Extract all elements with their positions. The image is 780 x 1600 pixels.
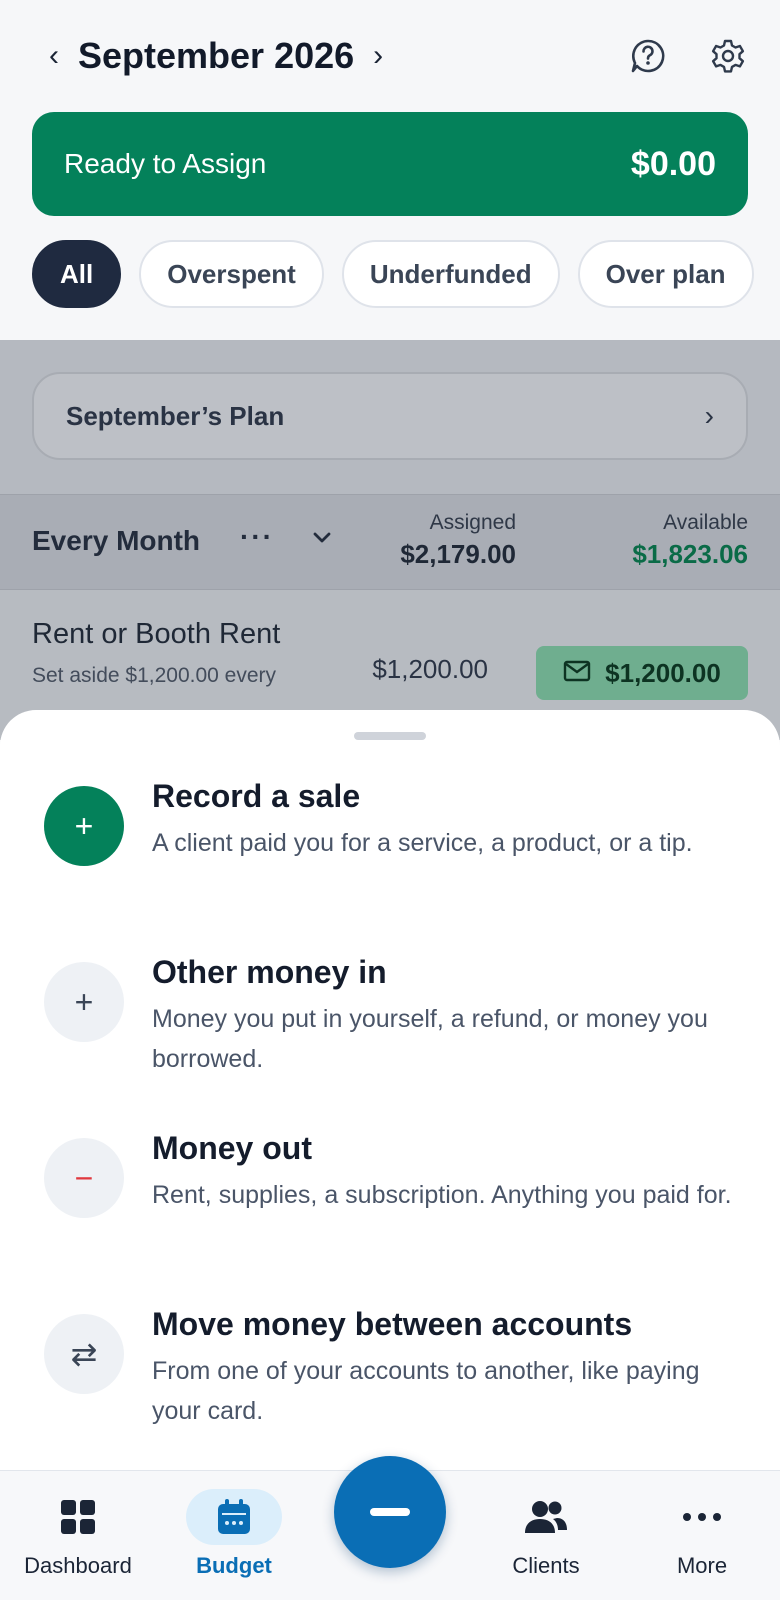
ready-to-assign-label: Ready to Assign <box>64 148 267 179</box>
nav-budget[interactable]: Budget <box>156 1471 312 1600</box>
month-title[interactable]: September 2026 <box>78 35 354 77</box>
plus-icon: + <box>44 786 124 866</box>
action-text: Other money in Money you put in yourself… <box>152 954 742 1079</box>
assigned-value: $2,179.00 <box>400 539 516 569</box>
category-available-value: $1,200.00 <box>605 657 721 688</box>
nav-label: More <box>676 1553 728 1578</box>
action-description: From one of your accounts to another, li… <box>152 1357 700 1425</box>
envelope-icon <box>563 658 591 689</box>
other-money-in-option[interactable]: + Other money in Money you put in yourse… <box>44 954 744 1074</box>
filter-over-plan[interactable]: Over plan <box>577 240 754 308</box>
filter-overspent[interactable]: Overspent <box>139 240 324 308</box>
action-title: Other money in <box>152 954 387 990</box>
more-dots-icon <box>654 1489 750 1545</box>
move-money-option[interactable]: ⇄ Move money between accounts From one o… <box>44 1306 744 1426</box>
action-description: Rent, supplies, a subscription. Anything… <box>152 1181 732 1209</box>
monthly-plan-card[interactable]: September’s Plan › <box>32 372 748 460</box>
action-text: Move money between accounts From one of … <box>152 1306 742 1431</box>
calendar-icon <box>186 1489 282 1545</box>
action-text: Record a sale A client paid you for a se… <box>152 778 742 863</box>
nav-label: Budget <box>196 1553 272 1578</box>
filter-all[interactable]: All <box>32 240 122 308</box>
action-description: Money you put in yourself, a refund, or … <box>152 1005 708 1073</box>
chevron-right-icon: › <box>704 400 714 431</box>
ready-to-assign-card[interactable]: Ready to Assign $0.00 <box>32 112 748 216</box>
month-selector: ‹ September 2026 › <box>40 28 748 84</box>
plan-label: September’s Plan <box>66 400 285 431</box>
next-month-button[interactable]: › <box>364 41 392 71</box>
category-available-badge[interactable]: $1,200.00 <box>536 646 748 700</box>
minus-icon: − <box>44 1138 124 1218</box>
sheet-drag-handle[interactable] <box>354 732 426 740</box>
nav-label: Clients <box>512 1553 580 1578</box>
record-sale-option[interactable]: + Record a sale A client paid you for a … <box>44 778 744 898</box>
category-assigned[interactable]: $1,200.00 <box>372 654 488 685</box>
group-name: Every Month <box>32 525 201 556</box>
assigned-label: Assigned <box>429 511 516 534</box>
available-value: $1,823.06 <box>632 539 748 569</box>
action-title: Move money between accounts <box>152 1306 633 1342</box>
nav-dashboard[interactable]: Dashboard <box>0 1471 156 1600</box>
minus-icon <box>370 1508 410 1516</box>
action-title: Record a sale <box>152 778 361 814</box>
available-label: Available <box>663 511 748 534</box>
action-description: A client paid you for a service, a produ… <box>152 829 693 857</box>
action-title: Money out <box>152 1130 312 1166</box>
action-text: Money out Rent, supplies, a subscription… <box>152 1130 742 1215</box>
header-actions <box>628 36 748 76</box>
group-available: Available $1,823.06 <box>632 511 748 570</box>
budget-header: ‹ September 2026 › Ready to Assign $0.00 <box>0 0 780 340</box>
nav-label: Dashboard <box>24 1553 132 1578</box>
more-options-icon[interactable]: ··· <box>240 521 274 553</box>
category-group-row[interactable]: Every Month ··· Assigned $2,179.00 Avail… <box>0 494 780 590</box>
gear-icon[interactable] <box>708 36 748 76</box>
category-name: Rent or Booth Rent <box>32 618 281 650</box>
filter-underfunded[interactable]: Underfunded <box>341 240 560 308</box>
help-icon[interactable] <box>628 36 668 76</box>
close-add-menu-button[interactable] <box>334 1456 446 1568</box>
filter-pills: All Overspent Underfunded Over plan <box>32 240 754 308</box>
category-target: Set aside $1,200.00 every <box>32 664 277 687</box>
add-transaction-sheet: + Record a sale A client paid you for a … <box>0 710 780 1470</box>
nav-more[interactable]: More <box>624 1471 780 1600</box>
transfer-arrows-icon: ⇄ <box>44 1314 124 1394</box>
ready-to-assign-amount: $0.00 <box>630 144 716 183</box>
group-assigned: Assigned $2,179.00 <box>400 511 516 570</box>
plus-icon: + <box>44 962 124 1042</box>
people-icon <box>498 1489 594 1545</box>
nav-clients[interactable]: Clients <box>468 1471 624 1600</box>
dashboard-grid-icon <box>30 1489 126 1545</box>
chevron-down-icon[interactable] <box>312 525 332 551</box>
money-out-option[interactable]: − Money out Rent, supplies, a subscripti… <box>44 1130 744 1250</box>
budget-content-dimmed: September’s Plan › Every Month ··· Assig… <box>0 340 780 740</box>
previous-month-button[interactable]: ‹ <box>40 41 68 71</box>
